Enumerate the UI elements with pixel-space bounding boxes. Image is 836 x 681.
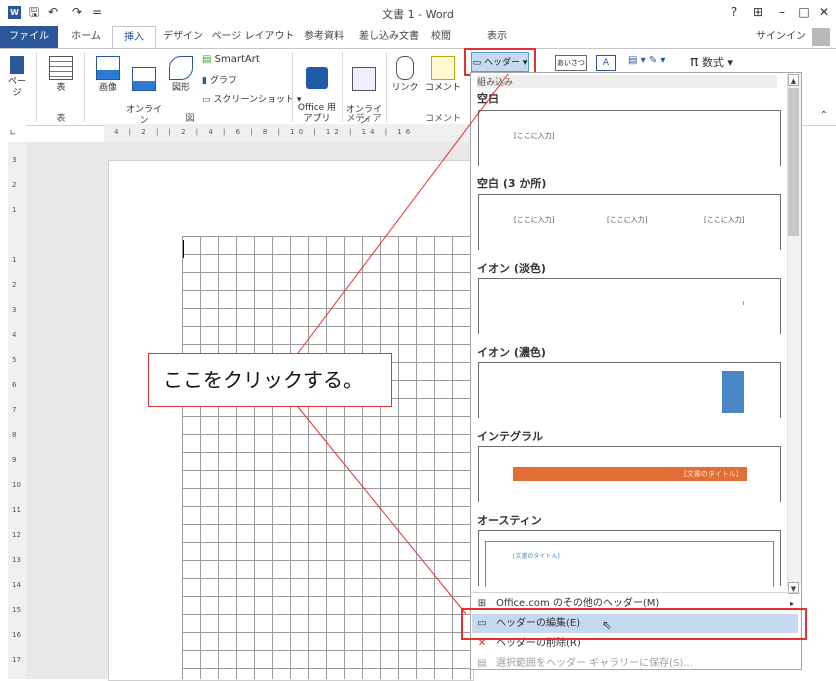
callout-line-to-header-button xyxy=(297,73,509,354)
callout-lines xyxy=(297,73,509,615)
instruction-callout: ここをクリックする。 xyxy=(148,353,392,407)
callout-line-to-edit-header xyxy=(297,406,467,615)
